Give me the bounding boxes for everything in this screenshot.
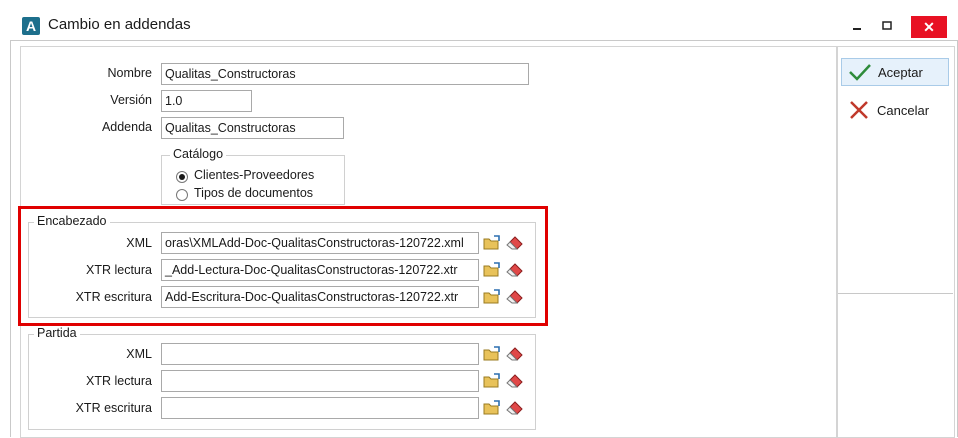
version-field[interactable]: 1.0 xyxy=(161,90,252,112)
partida-xml-clear-button[interactable] xyxy=(504,343,526,365)
partida-xtr-lectura-label: XTR lectura xyxy=(86,374,152,388)
minimize-button[interactable] xyxy=(844,16,870,38)
folder-browse-icon xyxy=(483,373,500,388)
x-icon xyxy=(850,101,868,119)
partida-xtr-escritura-clear-button[interactable] xyxy=(504,397,526,419)
close-window-button[interactable]: ✕ xyxy=(911,16,947,38)
partida-xml-field[interactable] xyxy=(161,343,479,365)
maximize-button[interactable] xyxy=(874,16,900,38)
radio-tipos-documentos-label: Tipos de documentos xyxy=(194,186,314,200)
nombre-label: Nombre xyxy=(107,66,152,80)
actions-divider xyxy=(838,293,953,294)
eraser-icon xyxy=(506,374,523,388)
partida-xtr-lectura-clear-button[interactable] xyxy=(504,370,526,392)
cancel-label: Cancelar xyxy=(877,102,930,118)
partida-xml-label: XML xyxy=(126,347,152,361)
radio-clientes-proveedores[interactable] xyxy=(176,171,188,183)
addenda-field[interactable]: Qualitas_Constructoras xyxy=(161,117,344,139)
folder-browse-icon xyxy=(483,346,500,361)
app-logo-icon: A xyxy=(22,17,40,35)
maximize-icon xyxy=(882,21,892,30)
accept-button[interactable]: Aceptar xyxy=(841,58,949,86)
nombre-field[interactable]: Qualitas_Constructoras xyxy=(161,63,529,85)
partida-legend: Partida xyxy=(34,326,80,340)
partida-xtr-escritura-label: XTR escritura xyxy=(75,401,152,415)
close-icon: ✕ xyxy=(923,19,935,35)
minimize-icon xyxy=(853,28,861,30)
partida-xtr-escritura-browse-button[interactable] xyxy=(481,397,503,419)
checkmark-icon xyxy=(849,64,871,81)
eraser-icon xyxy=(506,401,523,415)
partida-xtr-lectura-field[interactable] xyxy=(161,370,479,392)
accept-label: Aceptar xyxy=(878,64,923,80)
cancel-button[interactable]: Cancelar xyxy=(841,96,949,124)
partida-xml-browse-button[interactable] xyxy=(481,343,503,365)
version-label: Versión xyxy=(110,93,152,107)
partida-xtr-escritura-field[interactable] xyxy=(161,397,479,419)
eraser-icon xyxy=(506,347,523,361)
catalogo-legend: Catálogo xyxy=(170,147,227,161)
addenda-label: Addenda xyxy=(101,120,152,134)
radio-clientes-proveedores-label: Clientes-Proveedores xyxy=(194,168,315,182)
highlight-box xyxy=(18,206,548,326)
window-title: Cambio en addendas xyxy=(48,16,191,33)
radio-tipos-documentos[interactable] xyxy=(176,189,188,201)
partida-xtr-lectura-browse-button[interactable] xyxy=(481,370,503,392)
folder-browse-icon xyxy=(483,400,500,415)
